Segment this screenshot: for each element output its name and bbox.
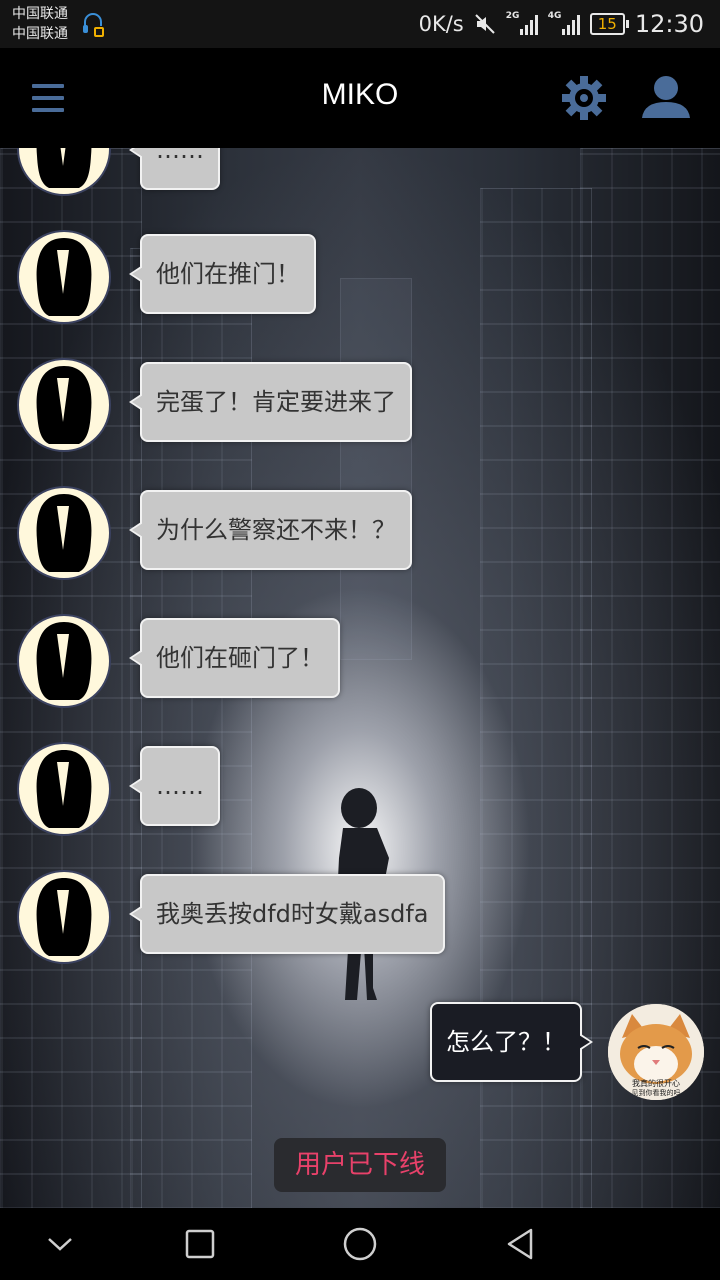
background-tower bbox=[340, 278, 412, 660]
status-bar: 中国联通 中国联通 0K/s 2G 4G 15 12:30 bbox=[0, 0, 720, 48]
message-row: 他们在推门！ bbox=[0, 228, 720, 328]
net-speed: 0K/s bbox=[418, 12, 464, 36]
signal-icon: 4G bbox=[547, 11, 580, 35]
signal-icon: 2G bbox=[505, 11, 538, 35]
signal-1-type: 2G bbox=[505, 11, 520, 21]
carrier-labels: 中国联通 中国联通 bbox=[12, 4, 68, 44]
message-row: 为什么警察还不来！？ bbox=[0, 484, 720, 584]
mute-icon bbox=[475, 14, 495, 34]
square-icon[interactable] bbox=[178, 1222, 222, 1266]
message-row: …… bbox=[0, 148, 720, 200]
avatar[interactable] bbox=[17, 870, 111, 964]
message-row: 我奥丢按dfd时女戴asdfa bbox=[0, 868, 720, 968]
avatar[interactable] bbox=[17, 742, 111, 836]
carrier-1: 中国联通 bbox=[12, 6, 68, 22]
circle-icon[interactable] bbox=[338, 1222, 382, 1266]
message-bubble[interactable]: 我奥丢按dfd时女戴asdfa bbox=[129, 874, 445, 954]
gear-icon[interactable] bbox=[560, 74, 608, 122]
avatar[interactable] bbox=[17, 358, 111, 452]
message-bubble[interactable]: 为什么警察还不来！？ bbox=[129, 490, 412, 570]
back-triangle-icon[interactable] bbox=[498, 1222, 542, 1266]
chevron-down-icon[interactable] bbox=[38, 1222, 82, 1266]
user-avatar[interactable]: 我真的很开心 见到你看我的吗 bbox=[608, 1004, 704, 1100]
avatar[interactable] bbox=[17, 614, 111, 708]
user-avatar-caption: 见到你看我的吗 bbox=[631, 1089, 681, 1097]
signal-2-type: 4G bbox=[547, 11, 562, 21]
chat-area[interactable]: …… 他们在推门！ 完蛋了！肯定要进来了 为什么警察还不来！？ 他们在砸门了！ … bbox=[0, 148, 720, 1208]
message-row: 他们在砸门了！ bbox=[0, 612, 720, 712]
message-bubble[interactable]: …… bbox=[129, 148, 220, 190]
avatar[interactable] bbox=[17, 230, 111, 324]
navigation-bar bbox=[0, 1208, 720, 1280]
user-icon[interactable] bbox=[640, 74, 692, 120]
avatar[interactable] bbox=[17, 486, 111, 580]
carrier-2: 中国联通 bbox=[12, 26, 68, 42]
message-bubble[interactable]: 完蛋了！肯定要进来了 bbox=[129, 362, 412, 442]
clock: 12:30 bbox=[634, 10, 704, 38]
app-bar: MIKO bbox=[0, 48, 720, 148]
message-row: …… bbox=[0, 740, 720, 840]
message-bubble-self[interactable]: 怎么了？！ bbox=[430, 1002, 593, 1082]
headset-icon bbox=[83, 13, 104, 37]
offline-toast: 用户已下线 bbox=[274, 1138, 446, 1192]
message-row-self: 怎么了？！ 我真的很开心 见到你看我的吗 bbox=[0, 1000, 720, 1100]
battery-icon: 15 bbox=[589, 13, 629, 35]
message-bubble[interactable]: …… bbox=[129, 746, 220, 826]
message-bubble[interactable]: 他们在砸门了！ bbox=[129, 618, 340, 698]
page-title: MIKO bbox=[321, 78, 399, 111]
message-row: 完蛋了！肯定要进来了 bbox=[0, 356, 720, 456]
message-bubble[interactable]: 他们在推门！ bbox=[129, 234, 316, 314]
avatar[interactable] bbox=[17, 148, 111, 196]
